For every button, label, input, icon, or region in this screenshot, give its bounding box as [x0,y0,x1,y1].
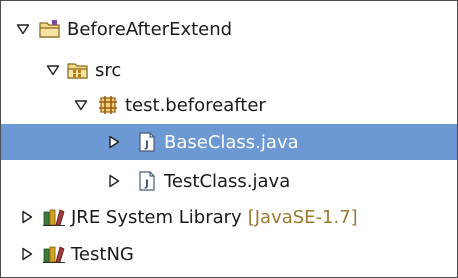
tree-item-jre-library[interactable]: JRE System Library [JavaSE-1.7] [1,199,457,235]
library-icon [43,243,65,265]
expanded-triangle-icon[interactable] [73,97,89,113]
tree-item-label: test.beforeafter [125,94,266,116]
tree-item-testclass[interactable]: J TestClass.java [1,163,457,199]
jre-version-decoration: [JavaSE-1.7] [247,206,358,228]
tree-item-label: TestClass.java [164,170,291,192]
collapsed-triangle-icon[interactable] [106,173,122,189]
tree-item-label: JRE System Library [71,206,242,228]
java-file-icon: J [136,131,158,153]
tree-item-label: TestNG [71,243,134,265]
tree-item-package[interactable]: test.beforeafter [1,87,457,123]
collapsed-triangle-icon[interactable] [106,134,122,150]
tree-item-project[interactable]: BeforeAfterExtend [1,11,457,47]
expanded-triangle-icon[interactable] [15,21,31,37]
tree-item-label: BaseClass.java [164,131,299,153]
svg-text:J: J [144,140,149,151]
package-explorer-tree: BeforeAfterExtend src test.beforeafter J… [0,0,458,278]
collapsed-triangle-icon[interactable] [19,209,35,225]
expanded-triangle-icon[interactable] [45,62,61,78]
library-icon [43,206,65,228]
tree-item-label: src [95,59,122,81]
project-folder-icon [39,18,61,40]
package-icon [97,94,119,116]
svg-text:J: J [144,179,149,190]
tree-item-label: BeforeAfterExtend [67,18,233,40]
tree-item-testng[interactable]: TestNG [1,236,457,272]
tree-item-src[interactable]: src [1,52,457,88]
source-folder-icon [67,59,89,81]
java-file-icon: J [136,170,158,192]
collapsed-triangle-icon[interactable] [19,246,35,262]
tree-item-baseclass[interactable]: J BaseClass.java [1,124,457,160]
